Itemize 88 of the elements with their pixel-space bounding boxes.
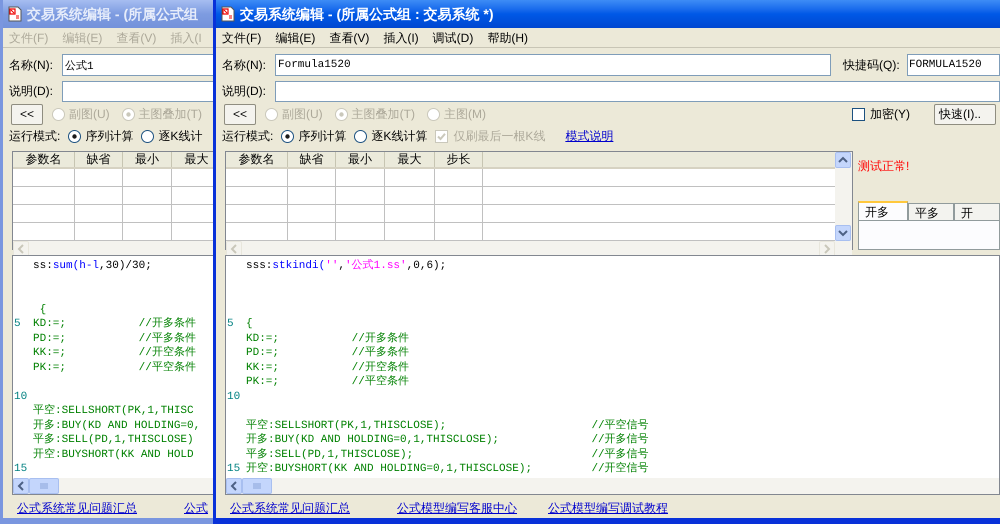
mode-link[interactable]: 模式说明 — [565, 127, 614, 145]
code-line: PK:=; //平空条件 — [33, 360, 196, 375]
field-label: 快捷码(Q): — [843, 57, 901, 74]
code-line: KK:=; //开空条件 — [33, 346, 196, 360]
code-line: PD:=; //平多条件 — [33, 332, 196, 346]
radio-icon[interactable] — [281, 130, 294, 142]
collapse-button[interactable]: << — [224, 104, 256, 124]
menu-item[interactable]: 插入(I) — [383, 28, 419, 46]
column-header[interactable]: 缺省 — [75, 152, 123, 167]
tab[interactable]: 开多 — [858, 201, 908, 220]
radio-option[interactable]: 逐K线计 — [141, 127, 202, 145]
scroll-left-button[interactable] — [226, 478, 242, 494]
code-line: 平多:SELL(PD,1,THISCLOSE); //平多信号 — [246, 448, 649, 462]
code-line: KK:=; //开空条件 — [246, 360, 409, 374]
field-label: 运行模式: — [9, 128, 60, 145]
quick-button[interactable]: 快速(I).. — [934, 104, 996, 124]
help-link[interactable]: 公式模型编写客服中心 — [397, 498, 517, 516]
code-line: 开多:BUY(KD AND HOLDING=0, — [33, 418, 200, 433]
code-line: 开空:BUYSHORT(KK AND HOLDING=0,1,THISCLOSE); //开空信号 — [246, 462, 649, 476]
column-header[interactable]: 参数名 — [226, 152, 288, 167]
collapse-button[interactable]: << — [11, 104, 43, 124]
menu-item[interactable]: 文件(F) — [222, 28, 262, 46]
column-header[interactable]: 最小 — [336, 152, 385, 167]
code-line: 平空:SELLSHORT(PK,1,THISC — [33, 404, 194, 418]
field-label: 说明(D): — [9, 83, 54, 100]
line-number: 5 — [14, 318, 21, 330]
code-line: 平空:SELLSHORT(PK,1,THISCLOSE); //平空信号 — [246, 418, 649, 433]
description-field[interactable] — [275, 80, 1000, 102]
line-number: 15 — [227, 463, 240, 475]
scroll-thumb[interactable] — [242, 478, 272, 494]
code-line: PK:=; //平空条件 — [246, 375, 409, 390]
name-field[interactable]: 公式1 — [62, 54, 213, 76]
code-line: sss:stkindi('','公式1.ss',0,6); — [246, 259, 446, 274]
field-label: 名称(N): — [9, 57, 54, 74]
column-header[interactable]: 参数名 — [13, 152, 75, 167]
menu-item[interactable]: 调试(D) — [432, 28, 474, 46]
code-line: PD:=; //平多条件 — [246, 346, 409, 360]
help-link[interactable]: 公式系统常见问题汇总 — [17, 498, 137, 516]
column-header[interactable]: 最大 — [385, 152, 435, 167]
scroll-down-button[interactable] — [835, 225, 851, 241]
field-label: 名称(N): — [222, 57, 267, 74]
code-line: 平多:SELL(PD,1,THISCLOSE) — [33, 433, 194, 448]
grip-icon — [40, 483, 48, 489]
code-line: { — [246, 317, 253, 332]
status-text: 测试正常! — [858, 158, 910, 175]
help-link[interactable]: 公式系统常见问题汇总 — [230, 498, 350, 516]
column-header[interactable]: 最小 — [123, 152, 172, 167]
code-line: KD:=; //开多条件 — [246, 332, 409, 346]
scroll-thumb[interactable] — [29, 478, 59, 494]
scroll-left-button[interactable] — [13, 478, 29, 494]
field-label: 说明(D): — [222, 83, 267, 100]
help-link[interactable]: 公式模型编写调试教程 — [548, 498, 668, 516]
help-link[interactable]: 公式 — [184, 498, 208, 516]
window-title: 交易系统编辑 - (所属公式组 — [27, 4, 198, 24]
line-number: 5 — [227, 318, 234, 330]
tab[interactable]: 平多 — [908, 203, 954, 220]
radio-option[interactable]: 逐K线计算 — [354, 127, 428, 145]
field-label: 运行模式: — [222, 128, 274, 145]
radio-icon[interactable] — [68, 130, 82, 142]
name-field[interactable]: Formula1520 — [275, 54, 831, 76]
tab[interactable]: 开 — [954, 203, 1000, 220]
window-title: 交易系统编辑 - (所属公式组 : 交易系统 *) — [240, 4, 494, 24]
line-number: 10 — [14, 390, 28, 402]
menu-item[interactable]: 帮助(H) — [487, 28, 528, 46]
line-number: 15 — [14, 463, 28, 475]
code-line: KD:=; //开多条件 — [33, 317, 196, 332]
scroll-up-button[interactable] — [835, 152, 851, 168]
column-header[interactable]: 步长 — [435, 152, 483, 167]
code-line: 开多:BUY(KD AND HOLDING=0,1,THISCLOSE); //开多信号 — [246, 433, 649, 448]
column-header[interactable]: 缺省 — [288, 152, 336, 167]
checkbox-icon[interactable] — [852, 108, 865, 120]
code-line: { — [38, 302, 46, 317]
document-icon — [220, 6, 236, 22]
radio-option[interactable]: 序列计算 — [281, 127, 346, 145]
vertical-scrollbar[interactable] — [835, 152, 852, 241]
checkbox-option[interactable]: 加密(Y) — [852, 105, 910, 123]
line-number: 10 — [227, 390, 240, 402]
radio-icon[interactable] — [141, 130, 154, 142]
horizontal-scrollbar[interactable] — [226, 478, 999, 494]
document-icon — [7, 6, 23, 22]
radio-option[interactable]: 序列计算 — [68, 127, 134, 145]
radio-icon[interactable] — [354, 130, 368, 142]
shortcut-field[interactable]: FORMULA1520 — [907, 54, 1000, 76]
menu-item[interactable]: 查看(V) — [329, 28, 370, 46]
menu-item[interactable]: 编辑(E) — [275, 28, 316, 46]
grip-icon — [253, 483, 261, 489]
code-line: ss:sum(h-l,30)/30; — [33, 259, 152, 274]
code-line: 开空:BUYSHORT(KK AND HOLD — [33, 448, 194, 462]
